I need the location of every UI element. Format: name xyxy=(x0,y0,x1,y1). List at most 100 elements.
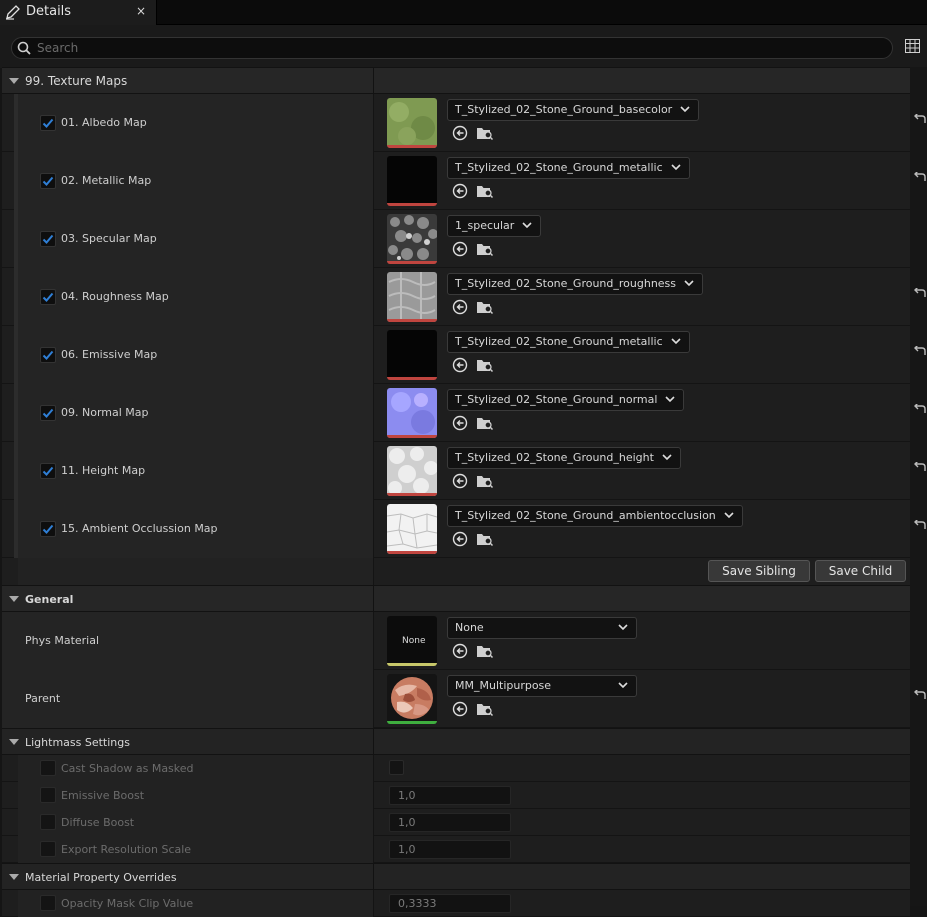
use-selected-icon[interactable] xyxy=(452,299,468,318)
section-property-overrides[interactable]: Material Property Overrides xyxy=(2,863,910,891)
texture-thumbnail[interactable] xyxy=(387,446,437,496)
search-input[interactable] xyxy=(37,39,877,57)
texture-asset-value: T_Stylized_02_Stone_Ground_roughness xyxy=(455,277,677,290)
view-options-icon[interactable] xyxy=(905,39,920,56)
browse-asset-icon[interactable] xyxy=(476,241,494,260)
reset-to-default-icon[interactable] xyxy=(913,460,926,477)
phys-material-thumbnail[interactable]: None xyxy=(387,616,437,666)
close-icon[interactable]: × xyxy=(136,4,146,18)
reset-to-default-icon[interactable] xyxy=(913,344,926,361)
reset-to-default-icon[interactable] xyxy=(913,518,926,535)
section-general[interactable]: General xyxy=(2,585,910,613)
chevron-down-icon xyxy=(680,106,690,113)
checkmark-icon xyxy=(42,524,54,534)
texture-thumbnail[interactable] xyxy=(387,156,437,206)
chevron-down-icon xyxy=(724,512,734,519)
collapse-arrow-icon[interactable] xyxy=(9,78,19,84)
use-selected-icon[interactable] xyxy=(452,125,468,144)
texture-asset-dropdown[interactable]: T_Stylized_02_Stone_Ground_roughness xyxy=(447,273,704,295)
texture-asset-value: T_Stylized_02_Stone_Ground_normal xyxy=(455,393,658,406)
cast-shadow-label: Cast Shadow as Masked xyxy=(61,762,194,775)
texture-asset-dropdown[interactable]: T_Stylized_02_Stone_Ground_normal xyxy=(447,389,685,411)
use-selected-icon[interactable] xyxy=(452,531,468,550)
texture-map-row: 03. Specular Map 1_specular xyxy=(2,210,910,268)
texture-thumbnail[interactable] xyxy=(387,330,437,380)
phys-material-dropdown[interactable]: None xyxy=(447,617,637,639)
texture-asset-dropdown[interactable]: T_Stylized_02_Stone_Ground_ambientocclus… xyxy=(447,505,743,527)
use-selected-icon[interactable] xyxy=(452,241,468,260)
browse-asset-icon[interactable] xyxy=(476,357,494,376)
browse-asset-icon[interactable] xyxy=(476,415,494,434)
browse-asset-icon[interactable] xyxy=(476,531,494,550)
scrollbar-track[interactable] xyxy=(910,67,927,906)
cast-shadow-checkbox[interactable] xyxy=(389,760,404,775)
section-title: General xyxy=(25,593,74,606)
texture-map-label: 01. Albedo Map xyxy=(61,116,147,129)
tab-details[interactable]: Details × xyxy=(0,0,157,25)
texture-thumbnail[interactable] xyxy=(387,504,437,554)
use-selected-icon[interactable] xyxy=(452,357,468,376)
use-selected-icon[interactable] xyxy=(452,415,468,434)
section-texture-maps[interactable]: 99. Texture Maps xyxy=(2,67,910,95)
reset-to-default-icon[interactable] xyxy=(913,402,926,419)
use-selected-icon[interactable] xyxy=(452,643,468,662)
texture-enable-checkbox[interactable] xyxy=(40,173,56,189)
parent-material-dropdown[interactable]: MM_Multipurpose xyxy=(447,675,637,697)
reset-to-default-icon[interactable] xyxy=(913,112,926,129)
reset-to-default-icon[interactable] xyxy=(913,286,926,303)
texture-thumbnail[interactable] xyxy=(387,388,437,438)
texture-enable-checkbox[interactable] xyxy=(40,231,56,247)
opacity-clip-input[interactable]: 0,3333 xyxy=(389,894,511,913)
collapse-arrow-icon[interactable] xyxy=(9,739,19,745)
collapse-arrow-icon[interactable] xyxy=(9,874,19,880)
browse-asset-icon[interactable] xyxy=(476,183,494,202)
chevron-down-icon xyxy=(618,682,628,689)
reset-to-default-icon[interactable] xyxy=(913,688,926,705)
use-selected-icon[interactable] xyxy=(452,473,468,492)
diffuse-boost-row: Diffuse Boost 1,0 xyxy=(2,809,910,836)
section-lightmass[interactable]: Lightmass Settings xyxy=(2,728,910,756)
texture-enable-checkbox[interactable] xyxy=(40,289,56,305)
override-checkbox[interactable] xyxy=(40,787,56,803)
cast-shadow-row: Cast Shadow as Masked xyxy=(2,755,910,782)
diffuse-boost-input[interactable]: 1,0 xyxy=(389,813,511,832)
texture-asset-dropdown[interactable]: T_Stylized_02_Stone_Ground_metallic xyxy=(447,157,690,179)
override-checkbox[interactable] xyxy=(40,814,56,830)
checkmark-icon xyxy=(42,292,54,302)
reset-to-default-icon[interactable] xyxy=(913,170,926,187)
browse-asset-icon[interactable] xyxy=(476,125,494,144)
use-selected-icon[interactable] xyxy=(452,183,468,202)
texture-asset-dropdown[interactable]: T_Stylized_02_Stone_Ground_basecolor xyxy=(447,99,700,121)
override-checkbox[interactable] xyxy=(40,841,56,857)
collapse-arrow-icon[interactable] xyxy=(9,596,19,602)
browse-asset-icon[interactable] xyxy=(476,701,494,720)
texture-thumbnail[interactable] xyxy=(387,272,437,322)
texture-map-row: 02. Metallic Map T_Stylized_02_Stone_Grou… xyxy=(2,152,910,210)
texture-thumbnail[interactable] xyxy=(387,98,437,148)
texture-enable-checkbox[interactable] xyxy=(40,521,56,537)
emissive-boost-input[interactable]: 1,0 xyxy=(389,786,511,805)
save-child-button[interactable]: Save Child xyxy=(815,560,906,582)
parent-row: Parent MM_Multipurpose xyxy=(2,670,910,728)
save-sibling-button[interactable]: Save Sibling xyxy=(708,560,810,582)
texture-asset-dropdown[interactable]: T_Stylized_02_Stone_Ground_height xyxy=(447,447,681,469)
texture-enable-checkbox[interactable] xyxy=(40,347,56,363)
browse-asset-icon[interactable] xyxy=(476,643,494,662)
export-resolution-input[interactable]: 1,0 xyxy=(389,840,511,859)
texture-enable-checkbox[interactable] xyxy=(40,405,56,421)
chevron-down-icon xyxy=(684,280,694,287)
texture-asset-dropdown[interactable]: 1_specular xyxy=(447,215,542,237)
texture-enable-checkbox[interactable] xyxy=(40,463,56,479)
phys-material-value: None xyxy=(455,621,484,634)
texture-enable-checkbox[interactable] xyxy=(40,115,56,131)
texture-map-label: 02. Metallic Map xyxy=(61,174,152,187)
texture-thumbnail[interactable] xyxy=(387,214,437,264)
parent-material-thumbnail[interactable] xyxy=(387,674,437,724)
override-checkbox[interactable] xyxy=(40,760,56,776)
texture-asset-dropdown[interactable]: T_Stylized_02_Stone_Ground_metallic xyxy=(447,331,690,353)
browse-asset-icon[interactable] xyxy=(476,473,494,492)
override-checkbox[interactable] xyxy=(40,895,56,911)
browse-asset-icon[interactable] xyxy=(476,299,494,318)
use-selected-icon[interactable] xyxy=(452,701,468,720)
texture-map-row: 06. Emissive Map T_Stylized_02_Stone_Grou… xyxy=(2,326,910,384)
